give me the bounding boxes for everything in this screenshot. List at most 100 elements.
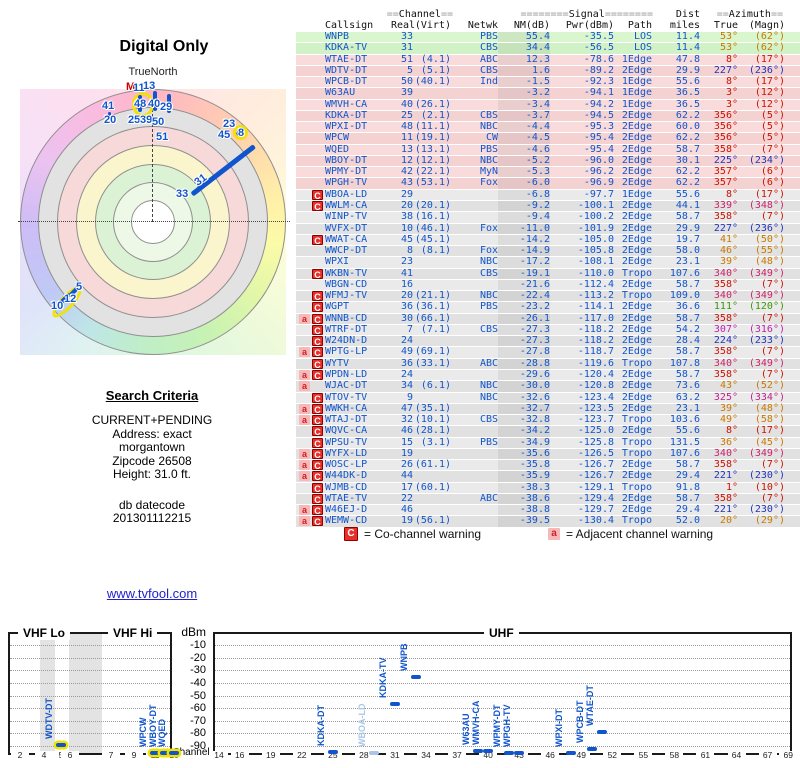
cell-call: W44DK-D xyxy=(325,470,368,482)
cell-true: 39° xyxy=(719,402,738,414)
cell-dist: 58.7 xyxy=(675,492,700,504)
criteria-line: Height: 31.0 ft. xyxy=(112,467,192,481)
tvfool-link[interactable]: www.tvfool.com xyxy=(56,586,248,601)
cell-pwr: -118.2 xyxy=(577,323,614,335)
cell-path: 2Edge xyxy=(621,335,652,347)
channel-label: 51 xyxy=(156,131,169,143)
channel-label: 10 xyxy=(51,300,64,312)
co-channel-warning-badge: C xyxy=(312,200,323,212)
co-channel-warning-badge: C xyxy=(312,426,323,437)
table-row: Ca WPDN-LD 24 -29.6 -120.4 2Edge 58.7 358° (7°) xyxy=(296,368,800,381)
cell-true: 49° xyxy=(719,414,738,426)
cell-real: 22 xyxy=(400,492,413,504)
cell-pwr: -129.4 xyxy=(577,492,614,504)
cell-path: 2Edge xyxy=(621,459,652,471)
cell-call: WVFX-DT xyxy=(325,222,368,234)
cell-call: WTAE-DT xyxy=(325,53,368,65)
cell-net xyxy=(451,88,498,98)
cell-magn: (6°) xyxy=(760,166,785,178)
cell-virt xyxy=(413,190,451,200)
adjacent-channel-warning-badge: a xyxy=(299,471,310,482)
cell-pwr: -96.2 xyxy=(583,166,614,178)
cell-true: 46° xyxy=(719,245,738,257)
cell-pwr: -94.1 xyxy=(583,87,614,99)
cell-path: Tropo xyxy=(621,267,652,279)
cell-true: 225° xyxy=(713,154,738,166)
cell-real: 25 xyxy=(400,109,413,121)
dbm-axis-label: dBm xyxy=(181,625,206,639)
cell-pwr: -78.6 xyxy=(583,53,614,65)
cell-net: ABC xyxy=(479,492,498,504)
cell-magn: (7°) xyxy=(760,278,785,290)
cell-path: 2Edge xyxy=(621,391,652,403)
cell-virt: (16.1) xyxy=(414,211,451,223)
cell-dist: 58.7 xyxy=(675,459,700,471)
cell-real: 10 xyxy=(400,222,413,234)
station-marker xyxy=(410,675,421,680)
cell-path: 2Edge xyxy=(621,245,652,257)
cell-pwr: -119.6 xyxy=(577,357,614,369)
table-row: Ca WTAJ-DT 32 (10.1) CBS -32.8 -123.7 Tropo 103.… xyxy=(296,414,800,426)
cell-real: 46 xyxy=(400,504,413,516)
cell-magn: (17°) xyxy=(754,76,785,88)
cell-real: 13 xyxy=(400,143,413,155)
cell-dist: 36.5 xyxy=(675,98,700,110)
cell-pwr: -94.2 xyxy=(583,98,614,110)
cell-nm: -32.7 xyxy=(498,403,550,415)
cell-net xyxy=(451,347,498,357)
station-callsign-label: WPCW xyxy=(138,717,148,747)
cell-dist: 28.4 xyxy=(675,335,700,347)
cell-path: 2Edge xyxy=(621,402,652,414)
cell-true: 357° xyxy=(713,177,738,189)
cell-dist: 91.8 xyxy=(675,481,700,493)
cell-net: CBS xyxy=(479,323,498,335)
cell-pwr: -123.5 xyxy=(577,402,614,414)
cell-pwr: -126.7 xyxy=(577,470,614,482)
tvfool-report: Digital Only TrueNorth M 11 13 48 40 29 25 39 50… xyxy=(0,0,800,768)
vhf-hi-label: VHF Hi xyxy=(108,626,158,640)
cell-path: Tropo xyxy=(621,436,652,448)
channel-tick-label: 55 xyxy=(634,751,653,760)
cell-real: 49 xyxy=(400,346,413,358)
station-callsign-label: WPXI-DT xyxy=(553,708,564,747)
cell-real: 17 xyxy=(400,481,413,493)
station-callsign-label: KDKA-DT xyxy=(315,704,326,746)
cell-virt xyxy=(413,370,451,380)
cell-dist: 23.1 xyxy=(675,256,700,268)
cell-true: 358° xyxy=(713,492,738,504)
dbm-gridline xyxy=(10,670,170,672)
cell-magn: (12°) xyxy=(754,87,785,99)
dbm-tick-label: -50 xyxy=(190,689,206,702)
table-row: Ca WNNB-CD 30 (66.1) -26.1 -117.0 2Edge 58.7 358… xyxy=(296,312,800,325)
cell-path: 2Edge xyxy=(621,109,652,121)
cell-pwr: -129.1 xyxy=(577,481,614,493)
dbm-tick-label: -40 xyxy=(190,676,206,689)
station-callsign-label: KDKA-TV xyxy=(377,657,388,698)
table-row: WPCB-DT 50 (40.1) Ind -1.5 -92.3 1Edge 55.6 8° (1… xyxy=(296,76,800,88)
cell-call: WPTG-LP xyxy=(325,346,368,358)
cell-call: WQVC-CA xyxy=(325,425,368,437)
cell-magn: (349°) xyxy=(748,267,785,279)
cell-net xyxy=(451,516,498,526)
co-channel-warning-badge: C xyxy=(312,369,323,381)
cell-net xyxy=(451,235,498,245)
cell-real: 36 xyxy=(400,301,413,313)
station-marker xyxy=(472,749,483,754)
table-row: C W24DN-D 24 -27.3 -118.2 2Edge 28.4 224° (233°) xyxy=(296,335,800,347)
cell-dist: 109.0 xyxy=(669,290,700,302)
table-row: WVFX-DT 10 (46.1) Fox -11.0 -101.9 2Edge 29.9 22… xyxy=(296,222,800,234)
cell-real: 15 xyxy=(400,436,413,448)
cell-call: WJAC-DT xyxy=(325,380,368,392)
adjacent-channel-legend: a = Adjacent channel warning xyxy=(548,527,713,541)
cell-true: 3° xyxy=(725,98,738,110)
channel-tick-label: 16 xyxy=(230,751,249,760)
cell-real: 11 xyxy=(400,132,413,144)
cell-path: 1Edge xyxy=(621,76,652,88)
azimuth-group-header: ==Azimuth== xyxy=(716,9,783,20)
channel-label: 25 xyxy=(128,114,141,126)
cell-net: ABC xyxy=(479,357,498,369)
channel-label: 40 xyxy=(148,98,161,110)
cell-net: NBC xyxy=(479,121,498,133)
channel-tick-label: 4 xyxy=(35,751,53,760)
cell-pwr: -95.4 xyxy=(583,132,614,144)
